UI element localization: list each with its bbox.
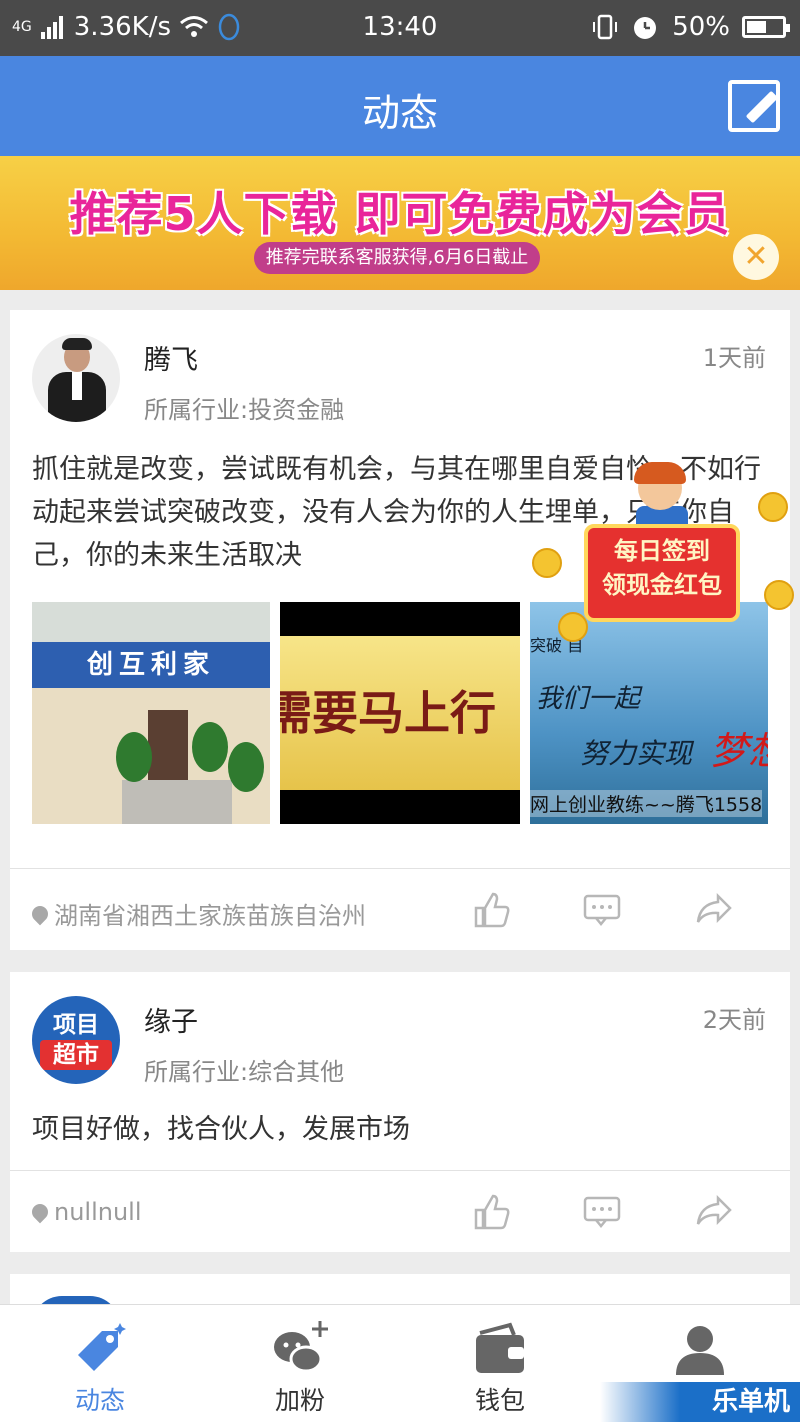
photo-sign-text: 创互利家 bbox=[32, 642, 270, 688]
page-title: 动态 bbox=[361, 91, 438, 135]
photo-text-line1: 我们一起 bbox=[536, 684, 641, 714]
wechat-add-icon bbox=[274, 1321, 328, 1373]
post-time: 1天前 bbox=[702, 344, 766, 372]
user-name[interactable]: 缘子 bbox=[144, 1000, 198, 1039]
tab-dongtai[interactable]: 动态 bbox=[0, 1305, 200, 1422]
alarm-icon bbox=[634, 17, 657, 39]
divider bbox=[10, 1170, 790, 1171]
location: 湖南省湘西土家族苗族自治州 bbox=[28, 896, 366, 931]
avatar-text: 超市 bbox=[40, 1040, 112, 1070]
post-card[interactable]: 项目 超市 缘子 2天前 所属行业:综合其他 项目好做，找合伙人，发展市场 nu… bbox=[10, 972, 790, 1252]
avatar[interactable]: 项目 超市 bbox=[32, 996, 120, 1084]
status-bar: 4G 3.36K/s 13:40 50% bbox=[0, 0, 800, 56]
location-pin-icon bbox=[28, 902, 52, 925]
tab-jiafen[interactable]: 加粉 bbox=[200, 1305, 400, 1422]
tab-label: 动态 bbox=[74, 1386, 125, 1415]
like-icon[interactable] bbox=[472, 890, 512, 930]
avatar-text: 项目 bbox=[53, 1012, 99, 1038]
share-icon[interactable] bbox=[694, 1192, 734, 1232]
daily-checkin-ad[interactable]: 每日签到 领现金红包 bbox=[528, 462, 800, 662]
comment-icon[interactable] bbox=[582, 890, 622, 930]
share-icon[interactable] bbox=[694, 890, 734, 930]
wallet-icon bbox=[476, 1322, 524, 1373]
avatar[interactable] bbox=[32, 334, 120, 422]
location-pin-icon bbox=[28, 1200, 52, 1224]
post-photo[interactable]: 创互利家 bbox=[32, 602, 270, 824]
comment-icon[interactable] bbox=[582, 1192, 622, 1232]
divider bbox=[10, 868, 790, 869]
banner-subtitle: 推荐完联系客服获得,6月6日截止 bbox=[254, 242, 540, 274]
vibrate-icon bbox=[593, 14, 618, 40]
promo-banner[interactable]: 推荐5人下载 即可免费成为会员 推荐完联系客服获得,6月6日截止 bbox=[0, 156, 800, 290]
close-icon[interactable]: ✕ bbox=[733, 234, 779, 280]
industry-label: 所属行业:投资金融 bbox=[144, 396, 345, 424]
tab-label: 加粉 bbox=[274, 1386, 325, 1415]
ad-line1: 每日签到 bbox=[614, 537, 710, 565]
tag-icon bbox=[78, 1323, 126, 1371]
person-icon bbox=[676, 1326, 724, 1375]
battery-icon bbox=[742, 16, 790, 38]
location-text: nullnull bbox=[54, 1198, 142, 1226]
photo-caption: 网上创业教练~~腾飞1558 bbox=[530, 790, 763, 817]
location-text: 湖南省湘西土家族苗族自治州 bbox=[54, 902, 366, 930]
edit-icon[interactable] bbox=[728, 80, 780, 132]
photo-text-line2: 努力实现 bbox=[580, 737, 693, 770]
post-text[interactable]: 项目好做，找合伙人，发展市场 bbox=[32, 1108, 772, 1151]
like-icon[interactable] bbox=[472, 1192, 512, 1232]
location: nullnull bbox=[28, 1198, 142, 1226]
post-time: 2天前 bbox=[702, 1006, 766, 1034]
ad-line2: 领现金红包 bbox=[602, 571, 722, 599]
photo-scroll-text: 需要马上行 bbox=[280, 636, 520, 790]
post-photo[interactable]: 需要马上行 bbox=[280, 602, 520, 824]
tab-label: 钱包 bbox=[474, 1386, 525, 1415]
banner-title: 推荐5人下载 即可免费成为会员 bbox=[69, 187, 731, 241]
user-name[interactable]: 腾飞 bbox=[144, 338, 198, 377]
industry-label: 所属行业:综合其他 bbox=[144, 1058, 345, 1086]
photo-text-red: 梦想 bbox=[710, 729, 768, 773]
tab-qianbao[interactable]: 钱包 bbox=[400, 1305, 600, 1422]
watermark: 乐单机 bbox=[600, 1382, 800, 1422]
battery-percent: 50% bbox=[672, 12, 730, 42]
nav-bar: 动态 bbox=[0, 56, 800, 156]
